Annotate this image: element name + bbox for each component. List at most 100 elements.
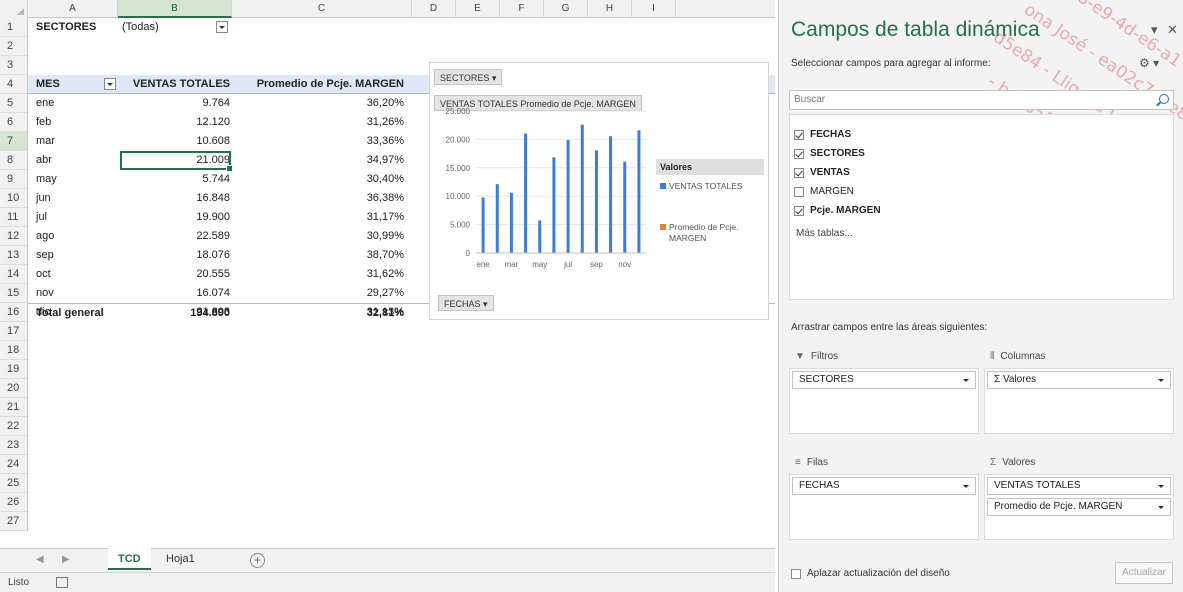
pane-options-chevron-icon[interactable]: ▾ [1151, 22, 1158, 38]
column-header-g[interactable]: G [544, 0, 588, 18]
pivot-filter-dropdown[interactable] [216, 21, 228, 33]
cell-mes[interactable]: abr [36, 151, 118, 170]
column-header-b[interactable]: B [118, 0, 232, 18]
row-header[interactable]: 16 [0, 303, 27, 322]
cell-margen[interactable]: 30,99% [236, 227, 408, 246]
cell-margen[interactable]: 30,40% [236, 170, 408, 189]
row-header[interactable]: 20 [0, 379, 27, 398]
update-button[interactable]: Actualizar [1115, 562, 1173, 584]
column-header-i[interactable]: I [632, 0, 676, 18]
field-search-input[interactable]: Buscar [789, 90, 1174, 110]
total-label[interactable]: Total general [36, 304, 118, 323]
cell-mes[interactable]: jul [36, 208, 118, 227]
row-header[interactable]: 25 [0, 474, 27, 493]
area-rows-dropzone[interactable]: FECHAS [789, 474, 979, 540]
row-header[interactable]: 15 [0, 284, 27, 303]
column-header-c[interactable]: C [232, 0, 412, 18]
more-tables-link[interactable]: Más tablas... [790, 228, 1173, 239]
area-filters-item[interactable]: SECTORES [792, 371, 976, 389]
cell-mes[interactable]: may [36, 170, 118, 189]
row-header[interactable]: 10 [0, 189, 27, 208]
cell-ventas[interactable]: 22.589 [118, 227, 232, 246]
area-values-dropzone[interactable]: VENTAS TOTALES Promedio de Pcje. MARGEN [984, 474, 1174, 540]
row-header[interactable]: 23 [0, 436, 27, 455]
cell-margen[interactable]: 31,62% [236, 265, 408, 284]
column-header-f[interactable]: F [500, 0, 544, 18]
field-fechas[interactable]: FECHAS [790, 125, 1173, 144]
row-header[interactable]: 24 [0, 455, 27, 474]
select-all-corner[interactable] [0, 0, 28, 18]
cell-ventas[interactable]: 10.608 [118, 132, 232, 151]
row-header[interactable]: 27 [0, 512, 27, 531]
row-header[interactable]: 5 [0, 94, 27, 113]
cell-margen[interactable]: 31,26% [236, 113, 408, 132]
cell-margen[interactable]: 31,17% [236, 208, 408, 227]
field-ventas[interactable]: VENTAS [790, 163, 1173, 182]
cell-margen[interactable]: 36,38% [236, 189, 408, 208]
defer-update-checkbox[interactable] [791, 568, 801, 579]
area-values-item-ventas[interactable]: VENTAS TOTALES [987, 477, 1171, 495]
pane-close-icon[interactable]: ✕ [1167, 22, 1178, 38]
cell-ventas[interactable]: 5.744 [118, 170, 232, 189]
field-pcje-margen[interactable]: Pcje. MARGEN [790, 201, 1173, 220]
row-header[interactable]: 21 [0, 398, 27, 417]
defer-update-option[interactable]: Aplazar actualización del diseño [791, 568, 950, 579]
pivot-filter-value[interactable]: (Todas) [122, 18, 159, 37]
cell-mes[interactable]: oct [36, 265, 118, 284]
tab-scroll-left-icon[interactable]: ◀ [36, 554, 44, 565]
cell-mes[interactable]: nov [36, 284, 118, 303]
pivot-chart[interactable]: SECTORES ▾ VENTAS TOTALES Promedio de Pc… [429, 62, 769, 320]
cell-margen[interactable]: 33,36% [236, 132, 408, 151]
field-margen-checkbox[interactable] [794, 186, 804, 197]
row-header[interactable]: 1 [0, 18, 27, 37]
chart-axis-chip[interactable]: FECHAS ▾ [438, 295, 494, 311]
row-header[interactable]: 7 [0, 132, 27, 151]
row-header[interactable]: 14 [0, 265, 27, 284]
field-ventas-checkbox[interactable] [794, 167, 804, 178]
field-margen[interactable]: MARGEN [790, 182, 1173, 201]
cell-ventas[interactable]: 20.555 [118, 265, 232, 284]
total-margen[interactable]: 32,81% [236, 304, 408, 323]
column-header-a[interactable]: A [28, 0, 118, 18]
row-header[interactable]: 19 [0, 360, 27, 379]
tab-scroll-right-icon[interactable]: ▶ [62, 554, 70, 565]
chart-filter-chip[interactable]: SECTORES ▾ [434, 69, 503, 85]
field-sectores-checkbox[interactable] [794, 148, 804, 159]
cell-ventas[interactable]: 18.076 [118, 246, 232, 265]
row-header[interactable]: 6 [0, 113, 27, 132]
column-header-d[interactable]: D [412, 0, 456, 18]
row-header[interactable]: 11 [0, 208, 27, 227]
cell-mes[interactable]: sep [36, 246, 118, 265]
row-header[interactable]: 9 [0, 170, 27, 189]
row-header[interactable]: 26 [0, 493, 27, 512]
cell-ventas[interactable]: 16.074 [118, 284, 232, 303]
cell-mes[interactable]: ene [36, 94, 118, 113]
cell-ventas[interactable]: 12.120 [118, 113, 232, 132]
row-header[interactable]: 22 [0, 417, 27, 436]
gear-icon[interactable]: ⚙ ▾ [1139, 56, 1159, 70]
cell-mes[interactable]: feb [36, 113, 118, 132]
sheet-tab-tcd[interactable]: TCD [108, 548, 151, 570]
cell-ventas[interactable]: 19.900 [118, 208, 232, 227]
total-ventas[interactable]: 194.890 [118, 304, 232, 323]
field-fechas-checkbox[interactable] [794, 129, 804, 140]
area-columns-dropzone[interactable]: Σ Valores [984, 368, 1174, 434]
row-header[interactable]: 17 [0, 322, 27, 341]
row-header[interactable]: 12 [0, 227, 27, 246]
mes-filter-dropdown[interactable] [104, 78, 116, 90]
area-filters-dropzone[interactable]: SECTORES [789, 368, 979, 434]
cell-margen[interactable]: 38,70% [236, 246, 408, 265]
cell-ventas[interactable]: 16.848 [118, 189, 232, 208]
row-header[interactable]: 18 [0, 341, 27, 360]
cell-margen[interactable]: 29,27% [236, 284, 408, 303]
cell-margen[interactable]: 36,20% [236, 94, 408, 113]
row-header[interactable]: 3 [0, 56, 27, 75]
macro-record-icon[interactable] [56, 577, 68, 588]
column-header-e[interactable]: E [456, 0, 500, 18]
area-values-item-margen[interactable]: Promedio de Pcje. MARGEN [987, 498, 1171, 516]
field-sectores[interactable]: SECTORES [790, 144, 1173, 163]
add-sheet-icon[interactable]: + [250, 553, 265, 568]
column-header-h[interactable]: H [588, 0, 632, 18]
cell-mes[interactable]: jun [36, 189, 118, 208]
sheet-tab-hoja1[interactable]: Hoja1 [156, 548, 205, 570]
